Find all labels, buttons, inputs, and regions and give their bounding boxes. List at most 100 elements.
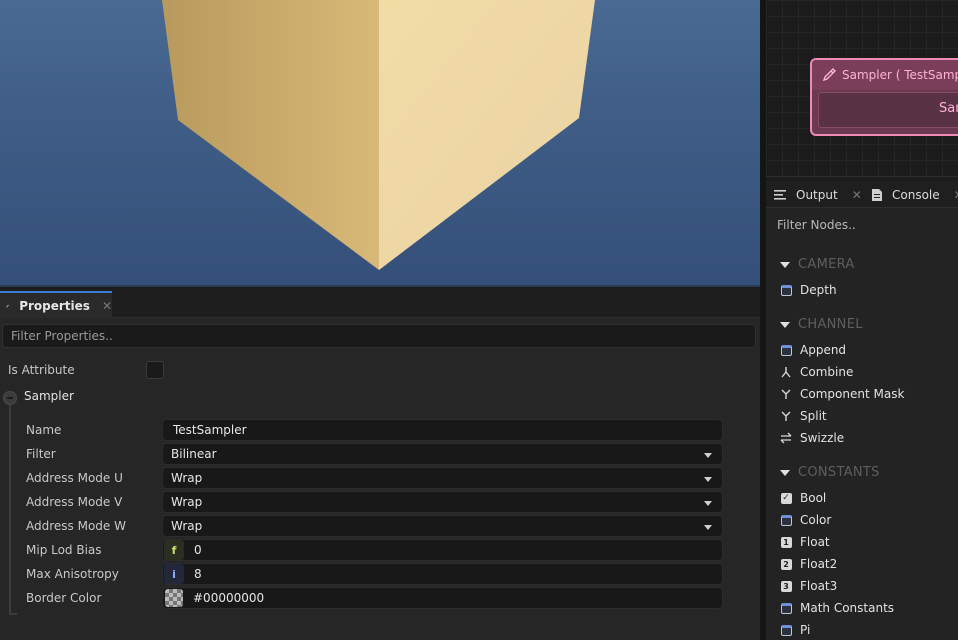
tab-console-label: Console (892, 187, 940, 202)
number-2-icon: 2 (780, 558, 792, 570)
category-camera-title: CAMERA (798, 257, 855, 272)
node-item-float[interactable]: 1 Float (780, 535, 830, 549)
filter-properties-input[interactable]: Filter Properties.. (2, 324, 756, 348)
node-library-panel: Output ✕ Console ✕ Filter Nodes.. CAMERA… (766, 181, 958, 640)
node-item-float3[interactable]: 3 Float3 (780, 579, 837, 593)
tab-properties[interactable]: Properties ✕ (0, 291, 112, 318)
category-constants[interactable]: CONSTANTS (780, 465, 880, 480)
node-item-color[interactable]: Color (780, 513, 831, 527)
node-item-split[interactable]: Split (780, 409, 827, 423)
name-value: TestSampler (173, 423, 247, 437)
merge-icon (780, 366, 792, 378)
address-mode-u-label: Address Mode U (26, 471, 123, 485)
address-mode-w-label: Address Mode W (26, 519, 126, 533)
node-item-label: Bool (800, 491, 827, 505)
max-anisotropy-label: Max Anisotropy (26, 567, 119, 581)
list-icon (774, 189, 786, 200)
fork-icon (780, 410, 792, 422)
filter-dropdown[interactable]: Bilinear (162, 443, 723, 465)
collapse-icon[interactable] (3, 391, 17, 405)
close-icon[interactable]: ✕ (954, 188, 958, 202)
pencil-icon (6, 304, 9, 307)
mip-lod-bias-value: 0 (194, 543, 202, 557)
category-camera[interactable]: CAMERA (780, 257, 855, 272)
close-icon[interactable]: ✕ (102, 299, 112, 313)
sampler-node-header[interactable]: Sampler ( TestSampler ) (812, 60, 958, 90)
address-mode-w-dropdown[interactable]: Wrap (162, 515, 723, 537)
address-mode-v-dropdown[interactable]: Wrap (162, 491, 723, 513)
address-mode-u-value: Wrap (171, 471, 203, 485)
properties-panel: Properties ✕ Filter Properties.. Is Attr… (0, 289, 760, 640)
color-swatch[interactable] (165, 589, 183, 607)
preview-viewport[interactable] (0, 0, 760, 287)
eyedropper-icon (822, 68, 836, 82)
sampler-group-label[interactable]: Sampler (24, 389, 74, 403)
properties-tabbar: Properties ✕ (0, 289, 760, 318)
node-item-label: Depth (800, 283, 837, 297)
shader-editor-window: Properties ✕ Filter Properties.. Is Attr… (0, 0, 958, 640)
node-item-math-constants[interactable]: Math Constants (780, 601, 894, 615)
node-item-depth[interactable]: Depth (780, 283, 837, 297)
node-item-label: Combine (800, 365, 854, 379)
swap-icon (780, 432, 792, 444)
mip-lod-bias-field[interactable]: f 0 (162, 539, 723, 561)
chevron-down-icon (704, 501, 712, 506)
node-panel-tabbar: Output ✕ Console ✕ (766, 181, 958, 208)
node-item-float2[interactable]: 2 Float2 (780, 557, 837, 571)
cube-right-face (379, 0, 595, 270)
max-anisotropy-field[interactable]: i 8 (162, 563, 723, 585)
node-item-label: Float (800, 535, 830, 549)
is-attribute-checkbox[interactable] (146, 361, 164, 379)
address-mode-v-value: Wrap (171, 495, 203, 509)
name-field[interactable]: TestSampler (162, 419, 723, 441)
fork-icon (780, 388, 792, 400)
name-label: Name (26, 423, 62, 437)
node-graph-canvas[interactable]: Sampler ( TestSampler ) Sampler (766, 0, 958, 177)
node-item-component-mask[interactable]: Component Mask (780, 387, 904, 401)
box-icon (780, 624, 792, 636)
filter-value: Bilinear (171, 447, 217, 461)
box-icon (780, 602, 792, 614)
border-color-field[interactable]: #00000000 (162, 587, 723, 609)
cube-left-face (162, 0, 379, 270)
chevron-down-icon (704, 477, 712, 482)
float-type-icon: f (164, 540, 184, 560)
address-mode-v-label: Address Mode V (26, 495, 123, 509)
node-item-combine[interactable]: Combine (780, 365, 853, 379)
mip-lod-bias-label: Mip Lod Bias (26, 543, 102, 557)
tab-output[interactable]: Output ✕ (774, 181, 862, 208)
document-icon (872, 188, 882, 201)
close-icon[interactable]: ✕ (852, 188, 862, 202)
collapse-triangle-icon (780, 469, 790, 476)
node-item-bool[interactable]: ✓ Bool (780, 491, 826, 505)
sampler-node-title: Sampler ( TestSampler ) (842, 68, 958, 82)
node-item-append[interactable]: Append (780, 343, 846, 357)
node-item-label: Float2 (800, 557, 838, 571)
group-end (9, 613, 17, 615)
category-channel[interactable]: CHANNEL (780, 317, 863, 332)
max-anisotropy-value: 8 (194, 567, 202, 581)
border-color-label: Border Color (26, 591, 102, 605)
tab-output-label: Output (796, 187, 838, 202)
node-item-swizzle[interactable]: Swizzle (780, 431, 844, 445)
box-icon (780, 344, 792, 356)
filter-label: Filter (26, 447, 56, 461)
node-item-label: Pi (800, 623, 811, 637)
node-item-pi[interactable]: Pi (780, 623, 810, 637)
sampler-node[interactable]: Sampler ( TestSampler ) Sampler (810, 58, 958, 136)
category-constants-title: CONSTANTS (798, 465, 880, 480)
node-item-label: Component Mask (800, 387, 905, 401)
group-line (9, 395, 11, 613)
address-mode-u-dropdown[interactable]: Wrap (162, 467, 723, 489)
border-color-value: #00000000 (193, 591, 265, 605)
node-item-label: Float3 (800, 579, 838, 593)
node-item-label: Math Constants (800, 601, 895, 615)
number-3-icon: 3 (780, 580, 792, 592)
node-item-label: Append (800, 343, 847, 357)
number-1-icon: 1 (780, 536, 792, 548)
cube-preview (162, 0, 595, 270)
tab-console[interactable]: Console ✕ (872, 181, 958, 208)
node-item-label: Split (800, 409, 827, 423)
filter-nodes-input[interactable]: Filter Nodes.. (777, 218, 856, 232)
node-item-label: Swizzle (800, 431, 845, 445)
